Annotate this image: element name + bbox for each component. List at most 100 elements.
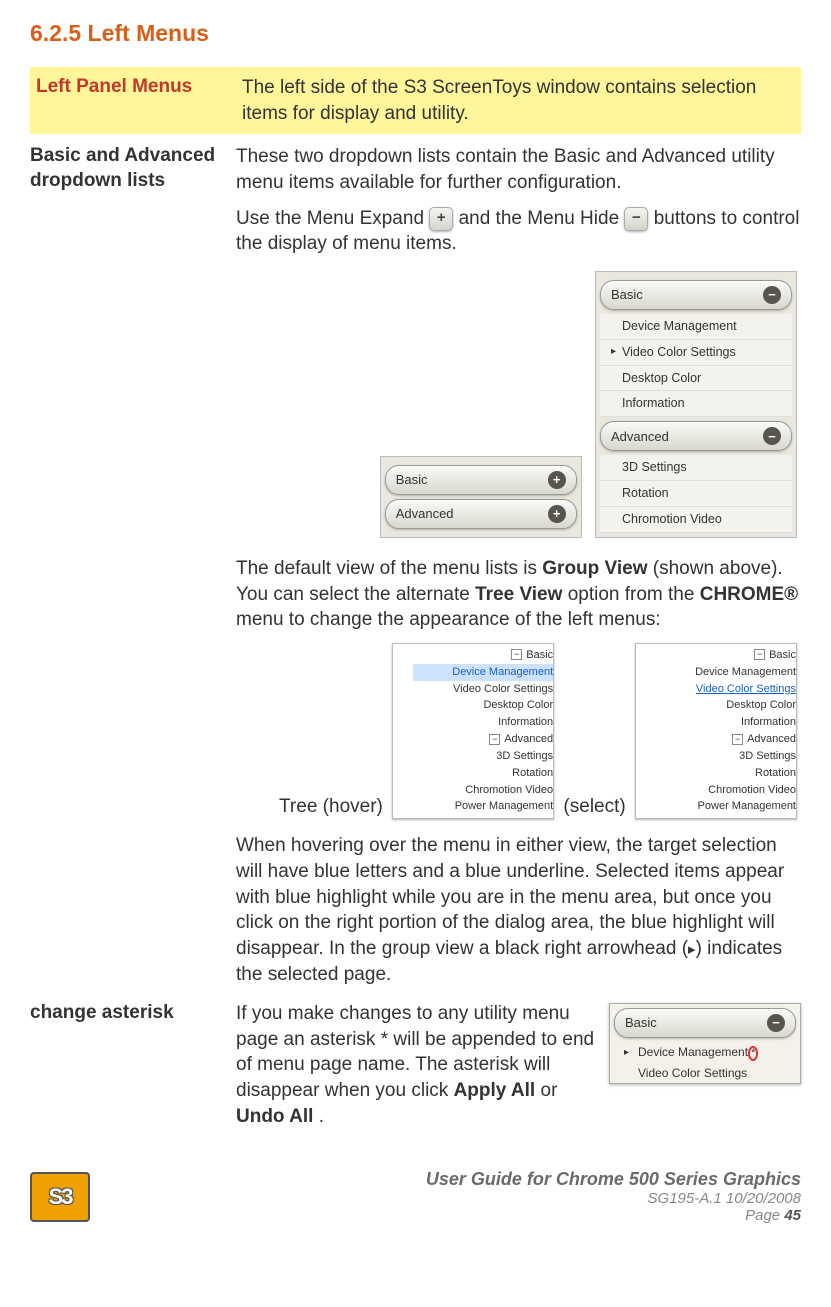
- advanced-pill-expanded[interactable]: Advanced −: [600, 421, 792, 451]
- tree-item[interactable]: 3D Settings: [393, 748, 553, 765]
- asterisk-figure: Basic − ▸ Device Management* Video Color…: [609, 1003, 801, 1084]
- tree-item-label: Video Color Settings: [696, 683, 796, 695]
- tree-select-caption: (select): [563, 796, 625, 817]
- tree-advanced-label: Advanced: [504, 733, 553, 745]
- tree-basic-label: Basic: [526, 649, 553, 661]
- dropdowns-para4: When hovering over the menu in either vi…: [236, 833, 801, 987]
- menu-expand-icon: +: [429, 207, 453, 231]
- plus-icon: +: [548, 471, 566, 489]
- tree-advanced-node[interactable]: −Advanced: [393, 731, 553, 748]
- tree-item[interactable]: Video Color Settings: [393, 681, 553, 698]
- tree-item[interactable]: Rotation: [636, 765, 796, 782]
- basic-pill-expanded[interactable]: Basic −: [600, 280, 792, 310]
- tree-item-label: Video Color Settings: [453, 683, 553, 695]
- footer-text: User Guide for Chrome 500 Series Graphic…: [426, 1169, 801, 1224]
- tree-item[interactable]: Desktop Color: [636, 697, 796, 714]
- basic-subitems: Device Management ▸Video Color Settings …: [600, 314, 792, 418]
- tree-item-label: Device Management: [695, 666, 796, 678]
- list-item[interactable]: ▸ Device Management*: [610, 1042, 800, 1063]
- row-asterisk: change asterisk Basic − ▸ Device Managem…: [30, 1001, 801, 1129]
- basic-pill-label: Basic: [396, 471, 428, 489]
- tree-hover-panel: −Basic Device Management Video Color Set…: [392, 643, 554, 819]
- tree-item-label: Chromotion Video: [708, 784, 796, 796]
- apply-all-text: Apply All: [454, 1080, 536, 1101]
- list-item[interactable]: ▸ Video Color Settings: [600, 340, 792, 366]
- list-item[interactable]: Video Color Settings: [610, 1063, 800, 1083]
- tree-item[interactable]: Video Color Settings: [636, 681, 796, 698]
- section-heading: 6.2.5 Left Menus: [30, 20, 801, 47]
- tree-item-label: Information: [741, 716, 796, 728]
- tree-item[interactable]: Information: [636, 714, 796, 731]
- minus-icon: −: [763, 427, 781, 445]
- tree-select-panel: −Basic Device Management Video Color Set…: [635, 643, 797, 819]
- collapse-icon: −: [489, 734, 500, 745]
- tree-item[interactable]: Power Management: [636, 798, 796, 815]
- tree-basic-node[interactable]: −Basic: [636, 647, 796, 664]
- text-left-panel: The left side of the S3 ScreenToys windo…: [242, 75, 795, 126]
- list-item[interactable]: 3D Settings: [600, 455, 792, 481]
- tree-item-label: Power Management: [698, 800, 796, 812]
- footer-page: Page 45: [426, 1207, 801, 1224]
- tree-item-label: Desktop Color: [726, 699, 796, 711]
- list-item[interactable]: Desktop Color: [600, 366, 792, 392]
- list-item-label: Video Color Settings: [622, 344, 736, 361]
- list-item-label: Desktop Color: [622, 370, 701, 387]
- tree-item[interactable]: Device Management: [413, 664, 553, 681]
- tree-item[interactable]: Chromotion Video: [393, 782, 553, 799]
- asterisk-period: .: [319, 1106, 324, 1127]
- para2-part1: Use the Menu Expand: [236, 208, 429, 229]
- text-dropdowns: These two dropdown lists contain the Bas…: [236, 144, 801, 997]
- basic-pill-collapsed[interactable]: Basic +: [385, 465, 577, 495]
- text-asterisk: Basic − ▸ Device Management* Video Color…: [236, 1001, 801, 1129]
- advanced-pill-label: Advanced: [611, 428, 669, 446]
- dropdowns-para1: These two dropdown lists contain the Bas…: [236, 144, 801, 195]
- p3b: Group View: [542, 558, 647, 579]
- footer-page-num: 45: [784, 1207, 801, 1224]
- page-footer: S3 User Guide for Chrome 500 Series Grap…: [30, 1169, 801, 1224]
- row-dropdowns: Basic and Advanced dropdown lists These …: [30, 144, 801, 997]
- list-item-label: 3D Settings: [622, 459, 687, 476]
- list-item-label: Rotation: [622, 485, 669, 502]
- advanced-pill-collapsed[interactable]: Advanced +: [385, 499, 577, 529]
- basic-pill-asterisk[interactable]: Basic −: [614, 1008, 796, 1038]
- tree-item-label: 3D Settings: [739, 750, 796, 762]
- tree-item[interactable]: Chromotion Video: [636, 782, 796, 799]
- figure-tree-view: Tree (hover) −Basic Device Management Vi…: [236, 643, 801, 819]
- arrowhead-icon: ▸: [688, 941, 696, 958]
- tree-item[interactable]: 3D Settings: [636, 748, 796, 765]
- tree-basic-label: Basic: [769, 649, 796, 661]
- tree-item-label: Information: [498, 716, 553, 728]
- label-asterisk: change asterisk: [30, 1001, 236, 1129]
- p3a: The default view of the menu lists is: [236, 558, 542, 579]
- dropdowns-para3: The default view of the menu lists is Gr…: [236, 556, 801, 633]
- dropdowns-para2: Use the Menu Expand + and the Menu Hide …: [236, 206, 801, 257]
- tree-item[interactable]: Rotation: [393, 765, 553, 782]
- basic-pill-label: Basic: [611, 286, 643, 304]
- list-item[interactable]: Information: [600, 391, 792, 417]
- label-dropdowns: Basic and Advanced dropdown lists: [30, 144, 236, 997]
- tree-item-label: Desktop Color: [483, 699, 553, 711]
- tree-basic-node[interactable]: −Basic: [393, 647, 553, 664]
- tree-item[interactable]: Device Management: [636, 664, 796, 681]
- label-left-panel: Left Panel Menus: [36, 75, 242, 126]
- list-item[interactable]: Device Management: [600, 314, 792, 340]
- collapse-icon: −: [754, 649, 765, 660]
- tree-item[interactable]: Power Management: [393, 798, 553, 815]
- minus-icon: −: [767, 1014, 785, 1032]
- selected-arrow-icon: ▸: [606, 345, 616, 359]
- asterisk-item-label: Device Management*: [638, 1044, 758, 1061]
- footer-sub: SG195-A.1 10/20/2008: [426, 1190, 801, 1207]
- selected-arrow-icon: ▸: [624, 1046, 634, 1060]
- advanced-subitems: 3D Settings Rotation Chromotion Video: [600, 455, 792, 533]
- tree-item[interactable]: Desktop Color: [393, 697, 553, 714]
- row-left-panel: Left Panel Menus The left side of the S3…: [30, 67, 801, 134]
- tree-advanced-node[interactable]: −Advanced: [636, 731, 796, 748]
- s3-logo: S3: [30, 1172, 90, 1222]
- p3d: Tree View: [475, 584, 562, 605]
- footer-page-label: Page: [745, 1207, 784, 1224]
- tree-item-label: Rotation: [755, 767, 796, 779]
- tree-item[interactable]: Information: [393, 714, 553, 731]
- list-item[interactable]: Chromotion Video: [600, 507, 792, 533]
- tree-item-label: Rotation: [512, 767, 553, 779]
- list-item[interactable]: Rotation: [600, 481, 792, 507]
